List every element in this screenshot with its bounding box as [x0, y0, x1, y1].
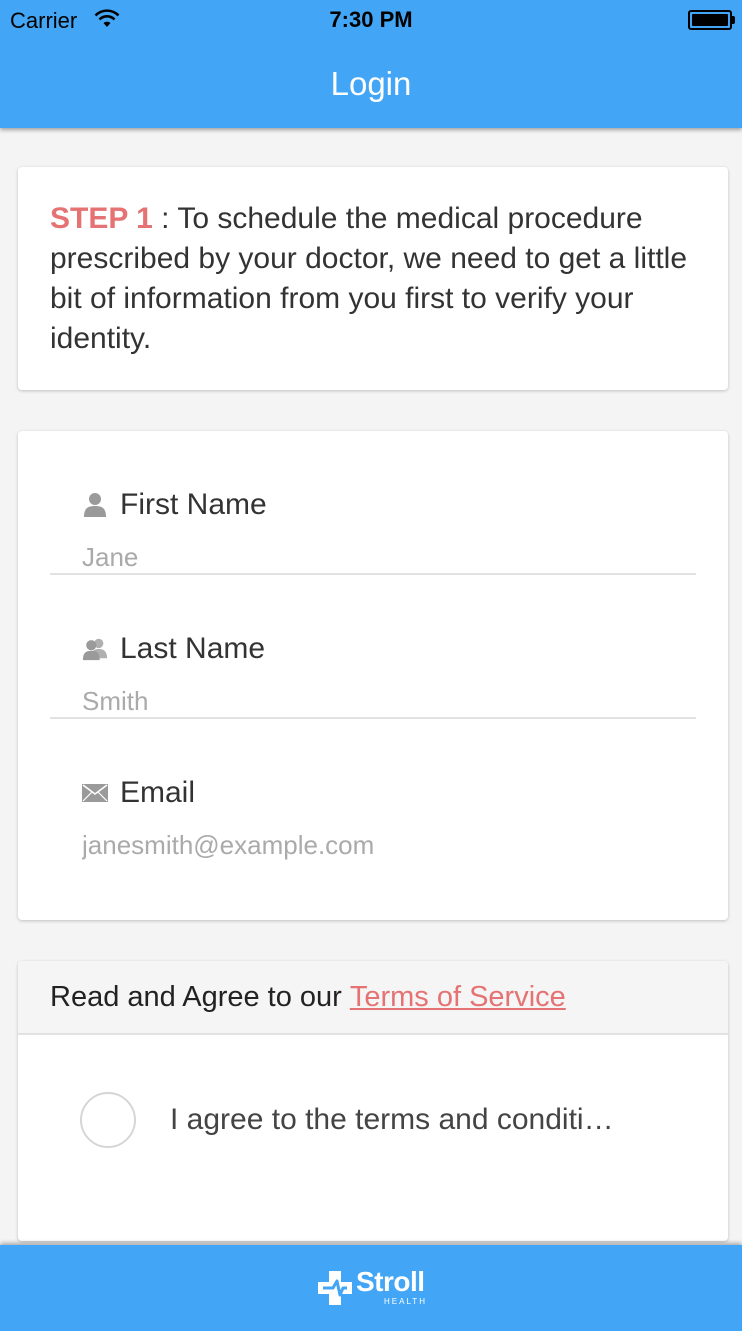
people-icon — [82, 636, 108, 662]
step-separator: : — [152, 202, 178, 235]
terms-card: Read and Agree to our Terms of Service I… — [18, 961, 728, 1241]
last-name-label: Last Name — [120, 632, 266, 665]
terms-prefix: Read and Agree to our — [50, 980, 342, 1013]
email-label-row: Email — [82, 773, 195, 813]
first-name-label: First Name — [120, 488, 267, 521]
terms-header: Read and Agree to our Terms of Service — [18, 961, 728, 1035]
step-card: STEP 1 : To schedule the medical procedu… — [18, 167, 728, 390]
email-label: Email — [120, 776, 196, 809]
terms-of-service-link[interactable]: Terms of Service — [350, 981, 566, 1014]
first-name-input[interactable] — [82, 539, 662, 575]
step-label: STEP 1 — [50, 202, 153, 235]
app-footer: Stroll HEALTH — [0, 1245, 742, 1331]
page-title: Login — [330, 65, 412, 102]
stroll-health-logo: Stroll HEALTH — [316, 1267, 430, 1311]
medical-cross-icon — [318, 1271, 352, 1305]
app-header: Carrier 7:30 PM Login — [0, 0, 742, 128]
agree-checkbox[interactable] — [80, 1092, 136, 1148]
envelope-icon — [82, 780, 108, 806]
logo-name: Stroll — [356, 1266, 425, 1297]
agree-row[interactable]: I agree to the terms and conditi… — [80, 1092, 614, 1148]
status-bar: Carrier 7:30 PM — [0, 0, 742, 40]
logo-subtitle: HEALTH — [384, 1297, 427, 1306]
last-name-label-row: Last Name — [82, 629, 265, 669]
email-field: Email — [50, 719, 696, 863]
person-icon — [82, 492, 108, 518]
first-name-label-row: First Name — [82, 485, 267, 525]
last-name-input[interactable] — [82, 683, 662, 719]
identity-form: First Name Last Name — [18, 431, 728, 920]
first-name-field: First Name — [50, 431, 696, 575]
last-name-field: Last Name — [50, 575, 696, 719]
clock: 7:30 PM — [329, 7, 413, 32]
email-input[interactable] — [82, 827, 662, 863]
step-description: STEP 1 : To schedule the medical procedu… — [50, 199, 696, 359]
agree-label[interactable]: I agree to the terms and conditi… — [170, 1103, 614, 1137]
battery-icon — [688, 10, 736, 30]
